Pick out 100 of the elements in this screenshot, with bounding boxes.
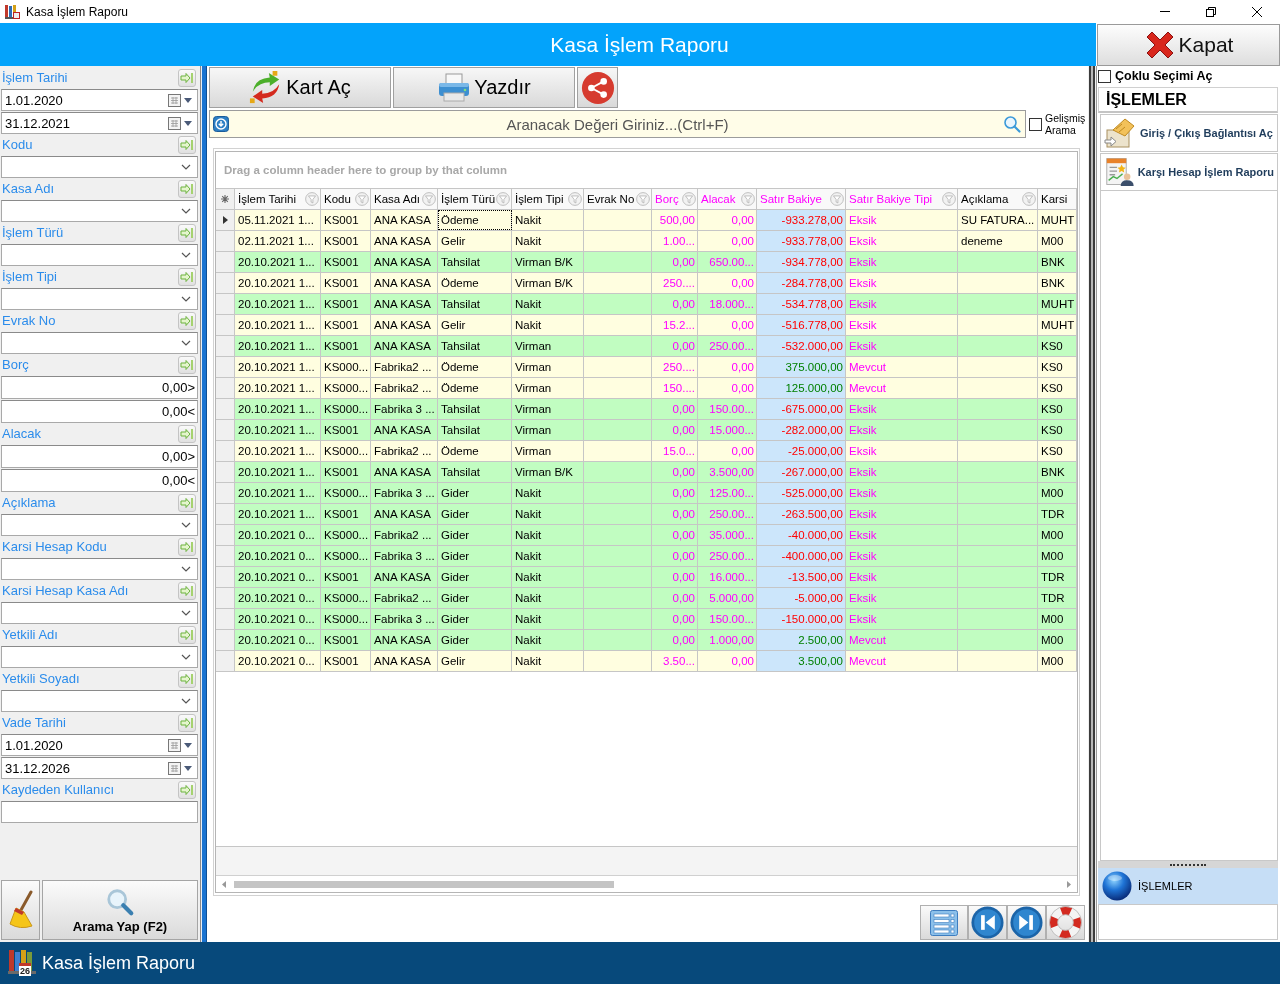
table-row[interactable]: 20.10.2021 1... KS001 ANA KASA Tahsilat Virman 0,00 15.000... -282.000,00 Eksik KS0 bbox=[216, 420, 1077, 441]
dropdown-field[interactable] bbox=[1, 332, 198, 354]
dropdown-field[interactable] bbox=[1, 514, 198, 536]
share-button[interactable] bbox=[577, 67, 618, 108]
splitter[interactable] bbox=[200, 66, 207, 942]
table-row[interactable]: 20.10.2021 1... KS001 ANA KASA Ödeme Virman B/K 250.... 0,00 -284.778,00 Eksik BNK bbox=[216, 273, 1077, 294]
checkbox[interactable] bbox=[1098, 69, 1111, 83]
dropdown-field[interactable] bbox=[1, 200, 198, 222]
filter-icon[interactable] bbox=[636, 192, 650, 206]
table-row[interactable]: 20.10.2021 1... KS000... Fabrika2 ... Ödeme Virman 15.0... 0,00 -25.000,00 Eksik KS0 bbox=[216, 441, 1077, 462]
table-row[interactable]: 20.10.2021 1... KS001 ANA KASA Tahsilat Virman B/K 0,00 650.00... -934.778,00 Eksik BNK bbox=[216, 252, 1077, 273]
dropdown-field[interactable] bbox=[1, 602, 198, 624]
nav-group-button[interactable]: İŞLEMLER bbox=[1098, 868, 1278, 905]
date-field[interactable]: 31.12.2021 bbox=[1, 112, 198, 134]
filter-icon[interactable] bbox=[355, 192, 369, 206]
last-record-button[interactable] bbox=[1007, 905, 1046, 940]
left-arrow-icon[interactable] bbox=[222, 880, 226, 888]
help-button[interactable] bbox=[1046, 905, 1085, 940]
filter-toggle-button[interactable] bbox=[178, 625, 196, 644]
filter-icon[interactable] bbox=[830, 192, 844, 206]
action-item[interactable]: Giriş / Çıkış Bağlantısı Aç bbox=[1100, 114, 1278, 152]
action-item[interactable]: Karşı Hesap İşlem Raporu bbox=[1100, 153, 1278, 191]
filter-toggle-button[interactable] bbox=[178, 780, 196, 799]
filter-icon[interactable] bbox=[682, 192, 696, 206]
filter-toggle-button[interactable] bbox=[178, 581, 196, 600]
scrollbar-thumb[interactable] bbox=[234, 880, 614, 888]
dropdown-field[interactable] bbox=[1, 156, 198, 178]
number-field[interactable]: 0,00< bbox=[1, 469, 198, 492]
table-row[interactable]: 20.10.2021 0... KS001 ANA KASA Gider Nakit 0,00 1.000,00 2.500,00 Mevcut M00 bbox=[216, 630, 1077, 651]
table-row[interactable]: 20.10.2021 1... KS001 ANA KASA Tahsilat Virman B/K 0,00 3.500,00 -267.000,00 Eksik BNK bbox=[216, 462, 1077, 483]
table-row[interactable]: 20.10.2021 1... KS000... Fabrika 3 ... Gider Nakit 0,00 125.00... -525.000,00 Eksik M00 bbox=[216, 483, 1077, 504]
filter-icon[interactable] bbox=[568, 192, 582, 206]
date-field[interactable]: 31.12.2026 bbox=[1, 757, 198, 779]
table-row[interactable]: 20.10.2021 0... KS000... Fabrika 3 ... Gider Nakit 0,00 150.00... -150.000,00 Eksik M00 bbox=[216, 609, 1077, 630]
filter-toggle-button[interactable] bbox=[178, 223, 196, 242]
table-row[interactable]: 20.10.2021 0... KS001 ANA KASA Gelir Nakit 3.50... 0,00 3.500,00 Mevcut M00 bbox=[216, 651, 1077, 672]
print-button[interactable]: Yazdır bbox=[393, 67, 575, 108]
table-row[interactable]: 20.10.2021 0... KS000... Fabrika2 ... Gider Nakit 0,00 35.000... -40.000,00 Eksik M00 bbox=[216, 525, 1077, 546]
date-field[interactable]: 1.01.2020 bbox=[1, 89, 198, 111]
column-header[interactable]: Evrak No bbox=[584, 189, 652, 209]
dropdown-field[interactable] bbox=[1, 690, 198, 712]
table-row[interactable]: 20.10.2021 1... KS001 ANA KASA Tahsilat Virman 0,00 250.00... -532.000,00 Eksik KS0 bbox=[216, 336, 1077, 357]
table-row[interactable]: 20.10.2021 0... KS000... Fabrika 3 ... Gider Nakit 0,00 250.00... -400.000,00 Eksik M00 bbox=[216, 546, 1077, 567]
column-header[interactable]: Kasa Adı bbox=[371, 189, 438, 209]
filter-toggle-button[interactable] bbox=[178, 311, 196, 330]
filter-toggle-button[interactable] bbox=[178, 537, 196, 556]
date-field[interactable]: 1.01.2020 bbox=[1, 734, 198, 756]
table-row[interactable]: 05.11.2021 1... KS001 ANA KASA Ödeme Nakit 500,00 0,00 -933.278,00 Eksik SU FATURA... MUHT bbox=[216, 210, 1077, 231]
table-row[interactable]: 20.10.2021 1... KS001 ANA KASA Tahsilat Nakit 0,00 18.000... -534.778,00 Eksik MUHT bbox=[216, 294, 1077, 315]
dropdown-field[interactable] bbox=[1, 244, 198, 266]
dropdown-field[interactable] bbox=[1, 646, 198, 668]
filter-toggle-button[interactable] bbox=[178, 424, 196, 443]
column-header[interactable]: İşlem Tarihi bbox=[235, 189, 321, 209]
number-field[interactable]: 0,00> bbox=[1, 376, 198, 399]
search-button[interactable]: Arama Yap (F2) bbox=[42, 880, 198, 940]
filter-toggle-button[interactable] bbox=[178, 355, 196, 374]
dropdown-field[interactable] bbox=[1, 558, 198, 580]
filter-icon[interactable] bbox=[942, 192, 956, 206]
column-header[interactable]: Açıklama bbox=[958, 189, 1038, 209]
filter-icon[interactable] bbox=[496, 192, 510, 206]
table-row[interactable]: 20.10.2021 1... KS001 ANA KASA Gelir Nakit 15.2... 0,00 -516.778,00 Eksik MUHT bbox=[216, 315, 1077, 336]
column-header[interactable]: Karsi bbox=[1038, 189, 1077, 209]
checkbox[interactable] bbox=[1029, 117, 1042, 131]
column-header[interactable]: İşlem Tipi bbox=[512, 189, 584, 209]
text-field[interactable] bbox=[1, 801, 198, 823]
filter-toggle-button[interactable] bbox=[178, 68, 196, 87]
table-row[interactable]: 20.10.2021 1... KS000... Fabrika 3 ... Tahsilat Virman 0,00 150.00... -675.000,00 Eksik KS0 bbox=[216, 399, 1077, 420]
filter-toggle-button[interactable] bbox=[178, 713, 196, 732]
filter-toggle-button[interactable] bbox=[178, 179, 196, 198]
filter-toggle-button[interactable] bbox=[178, 669, 196, 688]
clear-button[interactable] bbox=[1, 880, 40, 940]
table-row[interactable]: 20.10.2021 1... KS001 ANA KASA Gider Nakit 0,00 250.00... -263.500,00 Eksik TDR bbox=[216, 504, 1077, 525]
filter-icon[interactable] bbox=[1022, 192, 1036, 206]
search-field[interactable]: Aranacak Değeri Giriniz...(Ctrl+F) bbox=[209, 110, 1026, 138]
table-row[interactable]: 20.10.2021 1... KS000... Fabrika2 ... Ödeme Virman 150.... 0,00 125.000,00 Mevcut KS0 bbox=[216, 378, 1077, 399]
filter-toggle-button[interactable] bbox=[178, 135, 196, 154]
filter-toggle-button[interactable] bbox=[178, 267, 196, 286]
table-row[interactable]: 20.10.2021 0... KS000... Fabrika2 ... Gider Nakit 0,00 5.000,00 -5.000,00 Eksik TDR bbox=[216, 588, 1077, 609]
close-button[interactable]: Kapat bbox=[1097, 24, 1280, 66]
splitter[interactable] bbox=[1088, 66, 1096, 942]
dropdown-field[interactable] bbox=[1, 288, 198, 310]
filter-icon[interactable] bbox=[741, 192, 755, 206]
table-row[interactable]: 02.11.2021 1... KS001 ANA KASA Gelir Nakit 1.00... 0,00 -933.778,00 Eksik deneme M00 bbox=[216, 231, 1077, 252]
filter-icon[interactable] bbox=[422, 192, 436, 206]
first-record-button[interactable] bbox=[968, 905, 1007, 940]
resize-grip[interactable] bbox=[1170, 863, 1206, 866]
table-row[interactable]: 20.10.2021 1... KS000... Fabrika2 ... Ödeme Virman 250.... 0,00 375.000,00 Mevcut KS0 bbox=[216, 357, 1077, 378]
row-indicator[interactable] bbox=[216, 210, 235, 230]
filter-toggle-button[interactable] bbox=[178, 493, 196, 512]
number-field[interactable]: 0,00< bbox=[1, 400, 198, 423]
down-arrow-icon[interactable] bbox=[213, 116, 229, 132]
right-arrow-icon[interactable] bbox=[1067, 880, 1071, 888]
filter-icon[interactable] bbox=[305, 192, 319, 206]
open-card-button[interactable]: Kart Aç bbox=[209, 67, 391, 108]
table-row[interactable]: 20.10.2021 0... KS001 ANA KASA Gider Nakit 0,00 16.000... -13.500,00 Eksik TDR bbox=[216, 567, 1077, 588]
search-icon[interactable] bbox=[1003, 115, 1021, 133]
column-list-button[interactable] bbox=[920, 905, 968, 940]
column-header[interactable]: İşlem Türü bbox=[438, 189, 512, 209]
number-field[interactable]: 0,00> bbox=[1, 445, 198, 468]
column-header[interactable]: Kodu bbox=[321, 189, 371, 209]
